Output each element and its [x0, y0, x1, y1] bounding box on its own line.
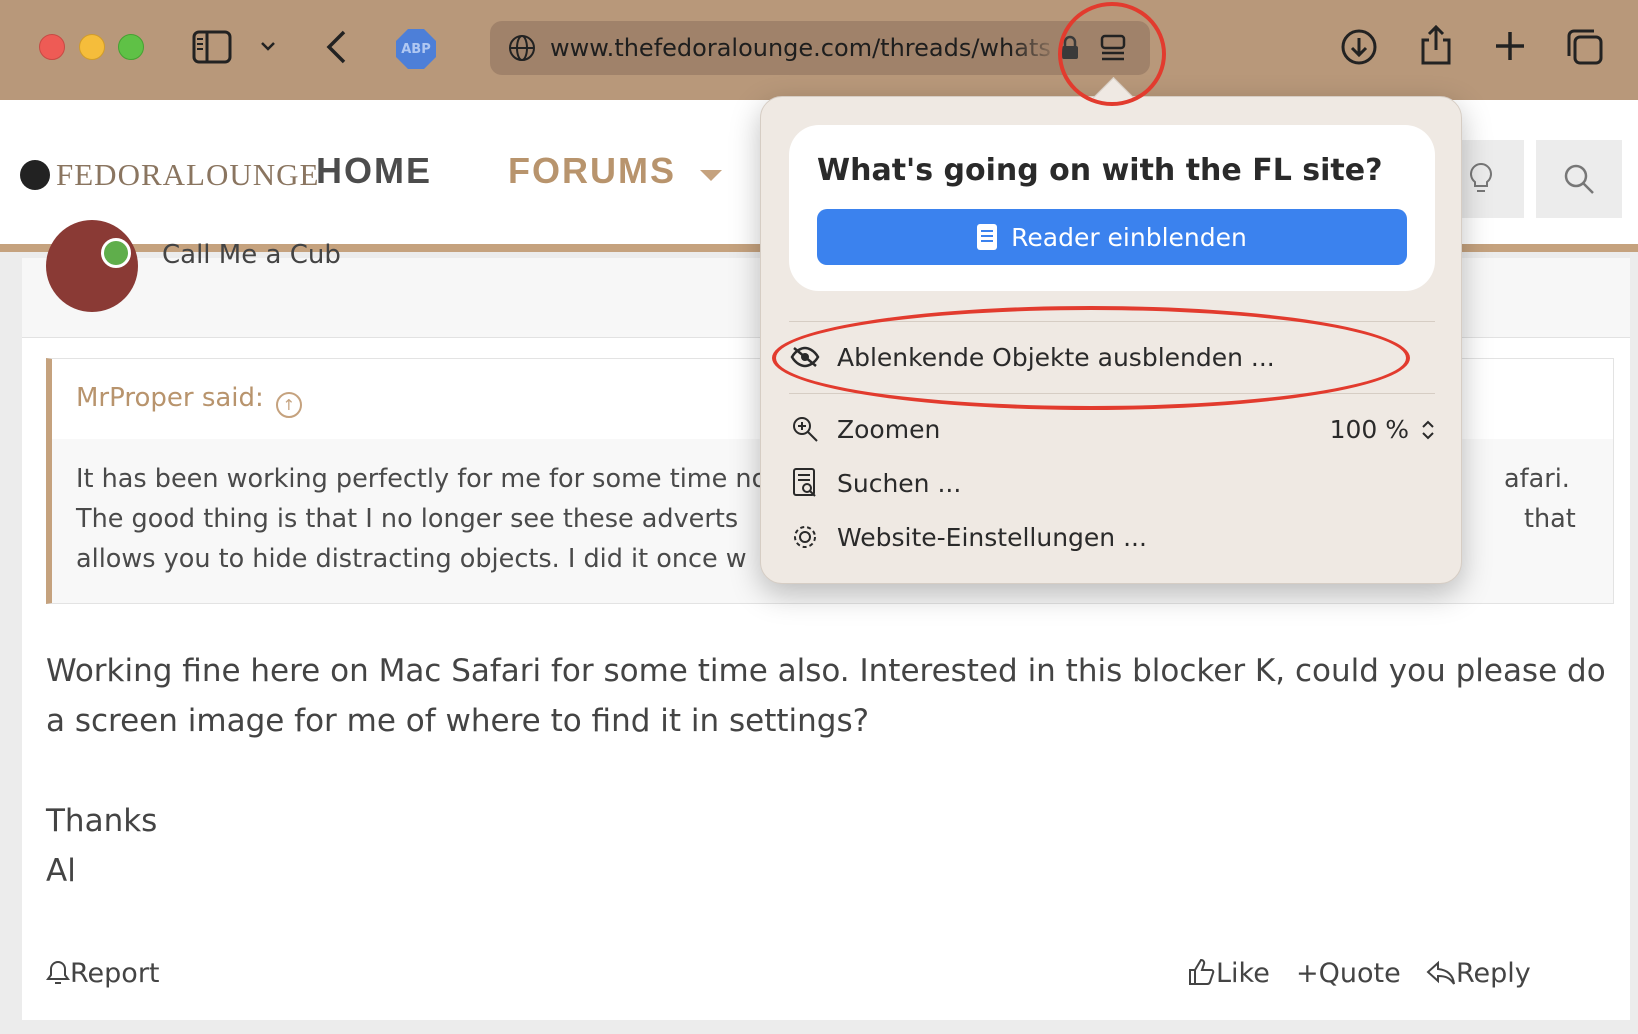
zoom-stepper[interactable]: 100 %: [1330, 415, 1435, 444]
show-reader-button[interactable]: Reader einblenden: [817, 209, 1407, 265]
post-body: Working fine here on Mac Safari for some…: [46, 646, 1606, 896]
page-menu-popover: What's going on with the FL site? Reader…: [760, 96, 1462, 584]
gear-icon: [789, 521, 821, 553]
url-text: www.thefedoralounge.com/threads/whats: [550, 34, 1050, 62]
like-button[interactable]: Like: [1188, 958, 1270, 989]
zoom-menu-item[interactable]: Zoomen 100 %: [789, 407, 1435, 451]
forums-caret-icon[interactable]: [700, 170, 722, 181]
chevron-down-icon[interactable]: [258, 36, 278, 56]
minimize-window-button[interactable]: [79, 34, 105, 60]
up-down-chevron-icon: [1422, 420, 1434, 440]
back-icon[interactable]: [324, 28, 348, 66]
adblock-extension-icon[interactable]: ABP: [396, 29, 436, 69]
site-logo[interactable]: FEDORALOUNGE: [20, 157, 319, 193]
menu-divider: [789, 393, 1435, 394]
avatar[interactable]: [46, 220, 138, 312]
address-bar[interactable]: www.thefedoralounge.com/threads/whats: [490, 21, 1150, 75]
search-button[interactable]: [1536, 140, 1622, 218]
hide-distracting-items-menu-item[interactable]: Ablenkende Objekte ausblenden ...: [789, 335, 1435, 379]
bell-icon: [46, 960, 70, 984]
thumbs-up-icon: [1189, 959, 1215, 985]
close-window-button[interactable]: [39, 34, 65, 60]
downloads-icon[interactable]: [1340, 28, 1378, 66]
post-line: Thanks: [46, 803, 158, 839]
reader-card: What's going on with the FL site? Reader…: [789, 125, 1435, 291]
quote-attribution[interactable]: MrProper said: ↑: [76, 383, 302, 418]
online-status-icon: [101, 238, 131, 268]
author-name[interactable]: Call Me a Cub: [162, 240, 341, 270]
tab-overview-icon[interactable]: [1566, 28, 1604, 66]
globe-icon: [508, 34, 536, 62]
fedora-logo-icon: [20, 160, 50, 190]
plus-icon: +: [1296, 958, 1319, 989]
reply-icon: [1426, 960, 1455, 985]
logo-text: FEDORALOUNGE: [56, 157, 320, 192]
reader-icon: [977, 224, 998, 250]
eye-slash-icon: [789, 341, 821, 373]
nav-forums[interactable]: FORUMS: [508, 150, 676, 192]
quote-line-fragment: that: [1524, 504, 1576, 534]
find-in-page-icon: [789, 467, 821, 499]
jump-to-quote-icon[interactable]: ↑: [275, 392, 302, 418]
nav-home[interactable]: HOME: [316, 150, 432, 192]
post-actions: Report Like +Quote Reply: [46, 958, 1614, 998]
reply-button[interactable]: Reply: [1426, 958, 1531, 989]
website-settings-menu-item[interactable]: Website-Einstellungen ...: [789, 515, 1435, 559]
browser-toolbar: ABP www.thefedoralounge.com/threads/what…: [0, 0, 1638, 100]
new-tab-icon[interactable]: [1494, 30, 1526, 62]
zoom-in-icon: [789, 413, 821, 445]
menu-divider: [789, 321, 1435, 322]
fullscreen-window-button[interactable]: [118, 34, 144, 60]
find-menu-item[interactable]: Suchen ...: [789, 461, 1435, 505]
quote-button[interactable]: +Quote: [1296, 958, 1401, 989]
lock-icon: [1060, 35, 1080, 61]
extension-label: ABP: [401, 41, 431, 57]
post-paragraph: Working fine here on Mac Safari for some…: [46, 653, 1606, 739]
page-title: What's going on with the FL site?: [817, 153, 1383, 188]
quote-line-fragment: afari.: [1504, 464, 1570, 494]
lightbulb-icon: [1470, 162, 1492, 192]
sidebar-icon[interactable]: [192, 30, 232, 64]
share-icon[interactable]: [1420, 24, 1452, 66]
post-line: Al: [46, 853, 76, 889]
report-button[interactable]: Report: [46, 958, 160, 989]
page-menu-icon[interactable]: [1098, 33, 1128, 63]
search-icon: [1564, 164, 1594, 194]
